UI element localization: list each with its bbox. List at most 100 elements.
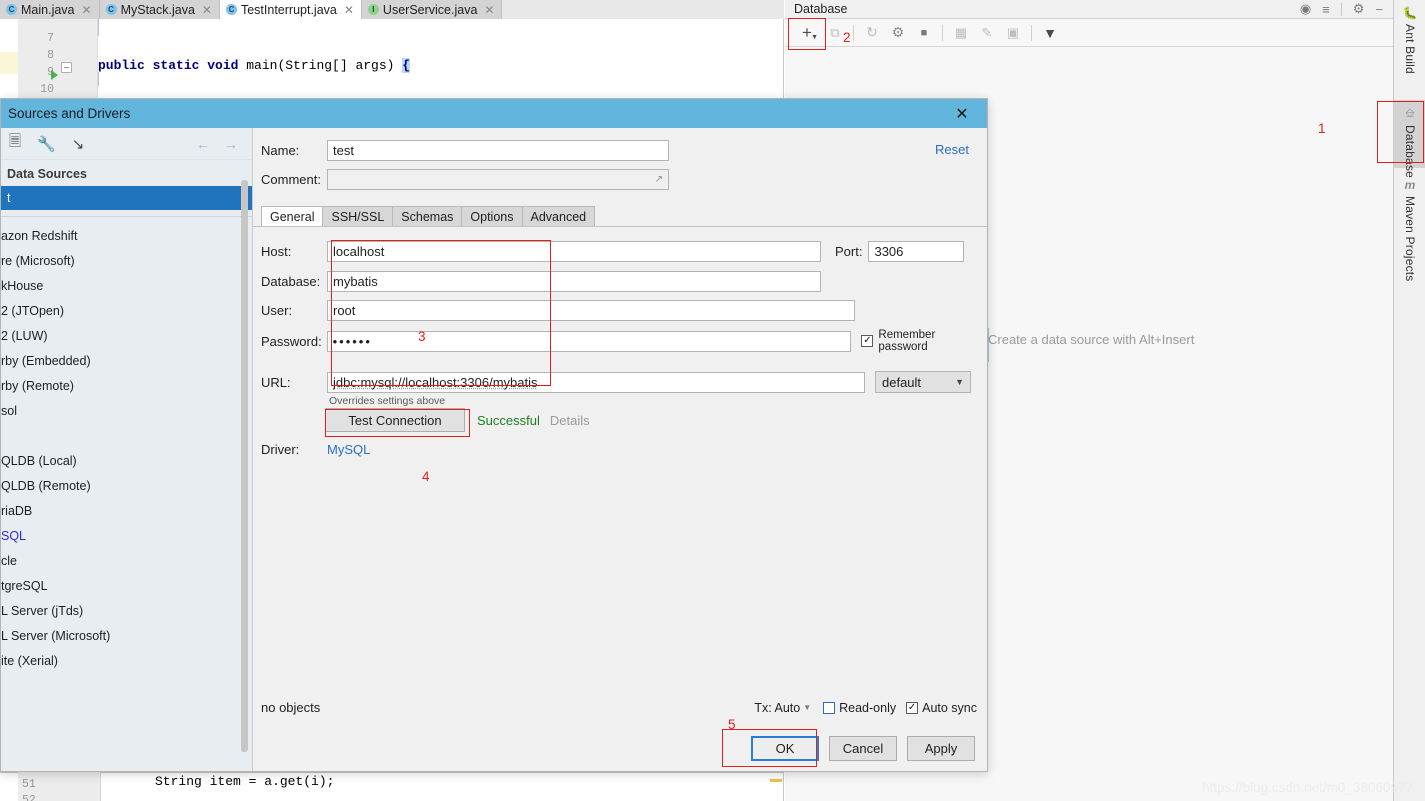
edit-button: ✎ bbox=[981, 24, 993, 40]
tab-ssh-ssl[interactable]: SSH/SSL bbox=[322, 206, 394, 226]
editor-marker bbox=[770, 779, 782, 782]
overrides-hint: Overrides settings above bbox=[329, 395, 446, 407]
list-item[interactable]: QLDB (Remote) bbox=[1, 473, 252, 498]
code-text: main(String[] args) bbox=[246, 58, 403, 73]
import-icon[interactable]: ↘ bbox=[72, 135, 85, 153]
url-mode-combo[interactable]: default ▼ bbox=[875, 371, 971, 393]
database-window-header: Database ◉ ≡ ⚙ − bbox=[785, 0, 1393, 19]
port-label: Port: bbox=[835, 244, 863, 259]
dialog-right-panel: Name: test Reset Comment: ↗ General SSH/… bbox=[253, 128, 987, 771]
annotation-number-4: 4 bbox=[422, 469, 430, 484]
password-input[interactable]: •••••• bbox=[326, 330, 852, 352]
minimize-icon[interactable]: − bbox=[1375, 2, 1383, 17]
stop-button: ■ bbox=[920, 26, 928, 39]
readonly-option[interactable]: Read-only bbox=[823, 701, 896, 715]
tab-label: Schemas bbox=[401, 209, 454, 224]
remember-password-checkbox[interactable]: ✓ bbox=[861, 335, 874, 347]
rail-tab-maven-projects[interactable]: m Maven Projects bbox=[1394, 172, 1425, 302]
list-item[interactable]: L Server (Microsoft) bbox=[1, 623, 252, 648]
editor-tab-userservice[interactable]: I UserService.java ✕ bbox=[361, 0, 503, 19]
copy-icon[interactable]: 🗏 bbox=[9, 131, 21, 156]
user-input[interactable]: root bbox=[327, 300, 855, 321]
database-input[interactable]: mybatis bbox=[327, 271, 821, 292]
tab-advanced[interactable]: Advanced bbox=[521, 206, 596, 226]
list-item[interactable]: QLDB (Local) bbox=[1, 448, 252, 473]
editor-tab-main[interactable]: C Main.java ✕ bbox=[0, 0, 100, 19]
cancel-button[interactable]: Cancel bbox=[829, 736, 897, 761]
add-data-source-button[interactable]: + ▼ bbox=[793, 22, 821, 44]
driver-link[interactable]: MySQL bbox=[327, 442, 370, 457]
list-item-mysql[interactable]: SQL bbox=[1, 523, 252, 548]
dialog-left-panel: 🗏 🔧 ↘ ← → Data Sources t azon Redshift r… bbox=[1, 128, 253, 771]
dialog-title-bar: Sources and Drivers ✕ bbox=[1, 99, 987, 128]
maven-icon: m bbox=[1404, 178, 1416, 192]
back-arrow-icon[interactable]: ← bbox=[196, 136, 210, 152]
autosync-checkbox[interactable]: ✓ bbox=[906, 701, 919, 714]
code-selected-brace: { bbox=[402, 58, 411, 73]
ant-icon: 🐛 bbox=[1402, 6, 1418, 20]
tab-general[interactable]: General bbox=[261, 206, 324, 226]
settings-gear-icon[interactable]: ⚙ bbox=[1353, 1, 1365, 17]
test-details-link[interactable]: Details bbox=[550, 413, 590, 428]
name-input[interactable]: test bbox=[327, 140, 669, 161]
editor-tab-testinterrupt[interactable]: C TestInterrupt.java ✕ bbox=[219, 0, 362, 19]
list-item[interactable] bbox=[1, 423, 252, 448]
close-icon[interactable]: ✕ bbox=[82, 3, 92, 17]
port-input[interactable]: 3306 bbox=[868, 241, 965, 262]
wrench-icon[interactable]: 🔧 bbox=[37, 135, 56, 153]
remember-password-row[interactable]: ✓ Remember password bbox=[861, 329, 987, 353]
list-item[interactable]: rby (Remote) bbox=[1, 373, 252, 398]
class-icon: C bbox=[105, 4, 117, 15]
list-item[interactable]: sol bbox=[1, 398, 252, 423]
editor-tab-mystack[interactable]: C MyStack.java ✕ bbox=[99, 0, 220, 19]
comment-label: Comment: bbox=[261, 172, 321, 187]
rail-tab-label: Ant Build bbox=[1403, 24, 1417, 74]
close-icon[interactable]: ✕ bbox=[945, 99, 979, 128]
close-icon[interactable]: ✕ bbox=[344, 3, 354, 17]
table-view-button: ▦ bbox=[954, 24, 968, 40]
host-input[interactable]: localhost bbox=[327, 241, 821, 262]
comment-input[interactable]: ↗ bbox=[327, 169, 669, 190]
tab-schemas[interactable]: Schemas bbox=[392, 206, 463, 226]
close-icon[interactable]: ✕ bbox=[484, 3, 494, 17]
readonly-checkbox[interactable] bbox=[823, 701, 836, 714]
list-item[interactable]: cle bbox=[1, 548, 252, 573]
fold-marker-icon[interactable] bbox=[61, 62, 72, 73]
data-source-selected-item[interactable]: t bbox=[1, 186, 252, 210]
list-item[interactable]: tgreSQL bbox=[1, 573, 252, 598]
chevron-down-icon: ▼ bbox=[803, 703, 812, 712]
list-item[interactable]: kHouse bbox=[1, 273, 252, 298]
list-item[interactable]: azon Redshift bbox=[1, 223, 252, 248]
list-item[interactable]: 2 (LUW) bbox=[1, 323, 252, 348]
forward-arrow-icon[interactable]: → bbox=[224, 136, 238, 152]
rail-tab-database[interactable]: ⎒ Database bbox=[1394, 100, 1425, 178]
reset-link[interactable]: Reset bbox=[935, 142, 969, 157]
rail-tab-ant-build[interactable]: 🐛 Ant Build bbox=[1394, 0, 1425, 98]
remember-password-label: Remember password bbox=[878, 329, 936, 353]
url-input[interactable]: jdbc:mysql://localhost:3306/mybatis bbox=[327, 371, 865, 393]
list-item[interactable]: rby (Embedded) bbox=[1, 348, 252, 373]
user-label: User: bbox=[261, 303, 293, 318]
list-item[interactable]: riaDB bbox=[1, 498, 252, 523]
expand-icon[interactable]: ↗ bbox=[655, 174, 663, 185]
run-gutter-icon[interactable] bbox=[51, 70, 58, 80]
apply-button[interactable]: Apply bbox=[907, 736, 975, 761]
list-item[interactable]: ite (Xerial) bbox=[1, 648, 252, 673]
list-item[interactable]: 2 (JTOpen) bbox=[1, 298, 252, 323]
scrollbar-thumb[interactable] bbox=[241, 180, 248, 752]
list-item[interactable]: L Server (jTds) bbox=[1, 598, 252, 623]
ok-button[interactable]: OK bbox=[751, 736, 819, 761]
toolbar-divider bbox=[1031, 24, 1032, 41]
indent-guide bbox=[98, 72, 99, 86]
close-icon[interactable]: ✕ bbox=[202, 3, 212, 17]
locate-icon[interactable]: ◉ bbox=[1300, 1, 1311, 17]
collapse-all-icon[interactable]: ≡ bbox=[1322, 2, 1330, 17]
filter-button[interactable]: ▼ bbox=[1038, 22, 1062, 44]
driver-list: azon Redshift re (Microsoft) kHouse 2 (J… bbox=[1, 223, 252, 673]
test-connection-button[interactable]: Test Connection bbox=[325, 408, 465, 432]
list-item[interactable]: re (Microsoft) bbox=[1, 248, 252, 273]
autosync-option[interactable]: ✓ Auto sync bbox=[906, 701, 977, 715]
database-label: Database: bbox=[261, 274, 321, 289]
tx-combo[interactable]: Tx: Auto ▼ bbox=[754, 701, 811, 715]
tab-options[interactable]: Options bbox=[461, 206, 523, 226]
